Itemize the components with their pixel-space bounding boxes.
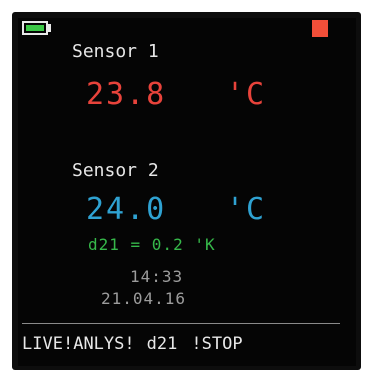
display-screen xyxy=(18,18,356,366)
softkey-stop[interactable]: STOP xyxy=(202,334,243,354)
softkey-live[interactable]: LIVE xyxy=(22,334,63,354)
record-indicator-icon xyxy=(312,20,328,37)
softkey-bar: LIVE ! ANLYS ! d21 ! STOP xyxy=(22,332,342,356)
softkey-separator: ! xyxy=(124,334,135,354)
sensor-2-unit: 'C xyxy=(226,192,267,227)
clock-time: 14:33 xyxy=(130,267,184,286)
difference-readout: d21 = 0.2 'K xyxy=(88,235,216,254)
softkey-d21[interactable]: d21 xyxy=(147,334,178,354)
sensor-1-unit: 'C xyxy=(226,77,267,112)
sensor-2-label: Sensor 2 xyxy=(72,160,159,181)
sensor-2-value: 24.0 xyxy=(86,192,167,227)
softkey-separator: ! xyxy=(191,334,202,354)
battery-level-fill xyxy=(26,25,44,31)
battery-icon xyxy=(22,21,48,35)
softkey-anlys[interactable]: ANLYS xyxy=(73,334,124,354)
battery-terminal xyxy=(48,24,51,32)
sensor-1-label: Sensor 1 xyxy=(72,41,159,62)
clock-date: 21.04.16 xyxy=(101,289,187,308)
softkey-separator: ! xyxy=(62,334,74,354)
nav-divider xyxy=(22,323,340,324)
sensor-1-value: 23.8 xyxy=(86,77,167,112)
